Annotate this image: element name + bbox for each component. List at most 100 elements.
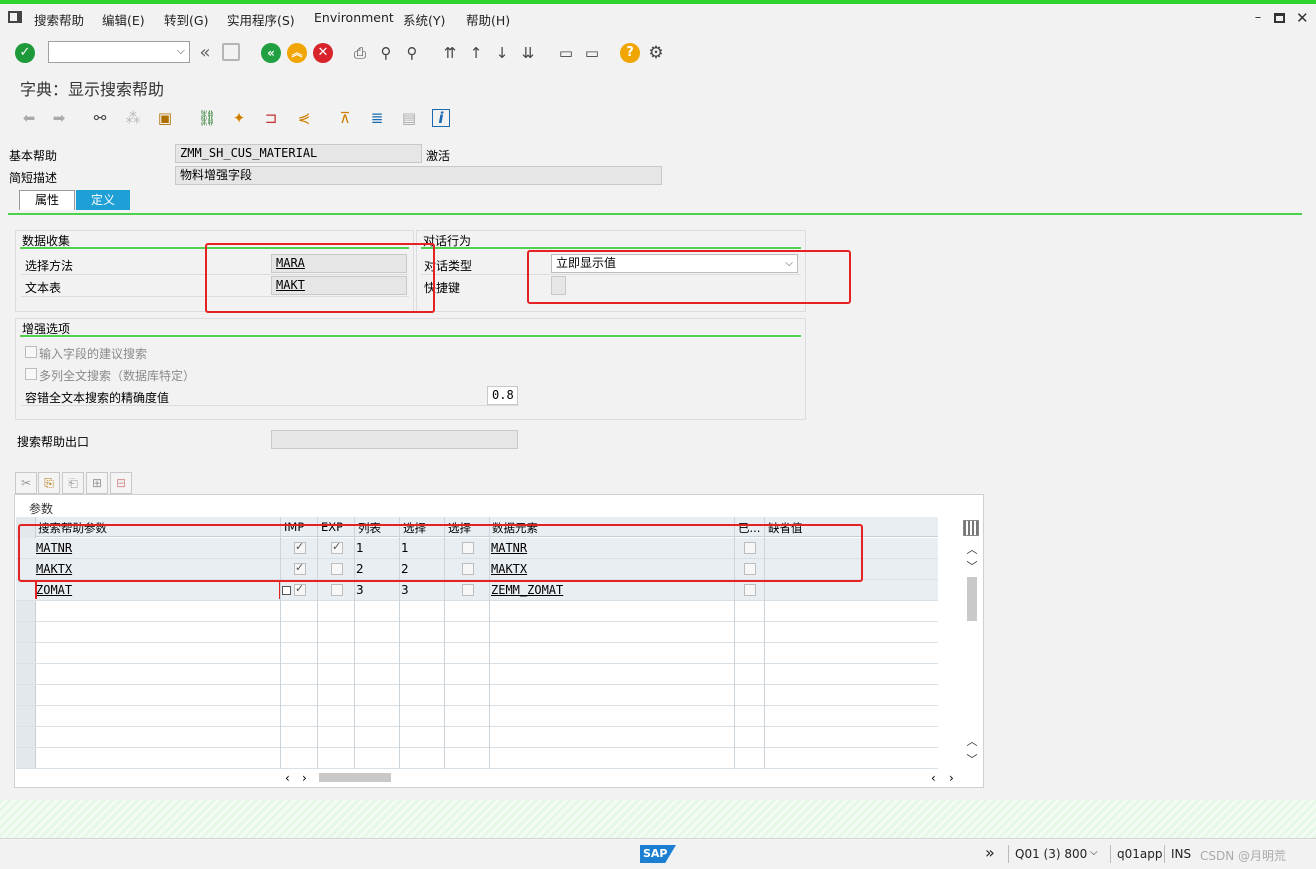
first-page-icon[interactable]: ⇈ bbox=[440, 43, 460, 63]
find-next-icon[interactable]: ⚲ bbox=[402, 43, 422, 63]
menu-help[interactable]: 帮助(H) bbox=[466, 10, 510, 29]
cancel-icon[interactable]: ✕ bbox=[313, 43, 333, 63]
check-icon[interactable]: ✓ bbox=[15, 43, 35, 63]
documentation-icon[interactable]: ▤ bbox=[399, 108, 419, 128]
expand-status-icon[interactable]: » bbox=[985, 843, 995, 862]
menu-search-help[interactable]: 搜索帮助 bbox=[34, 10, 84, 29]
insert-mode[interactable]: INS bbox=[1171, 847, 1191, 861]
table-row[interactable] bbox=[16, 748, 938, 769]
help-icon[interactable]: ? bbox=[620, 43, 640, 63]
hotkey-field[interactable] bbox=[551, 276, 566, 295]
multi-column-search-checkbox[interactable] bbox=[25, 368, 37, 380]
scroll-left-icon[interactable]: ‹ bbox=[285, 771, 290, 785]
modified-checkbox[interactable] bbox=[744, 563, 756, 575]
tab-definition[interactable]: 定义 bbox=[76, 190, 130, 210]
minimize-icon[interactable]: – bbox=[1252, 11, 1264, 24]
modified-checkbox[interactable] bbox=[744, 584, 756, 596]
menu-system[interactable]: 系统(Y) bbox=[403, 10, 445, 29]
exit-icon[interactable]: ︽ bbox=[287, 43, 307, 63]
col-header-exp[interactable]: EXP bbox=[321, 520, 343, 534]
arrow-right-icon[interactable]: ➡ bbox=[49, 108, 69, 128]
last-page-icon[interactable]: ⇊ bbox=[518, 43, 538, 63]
table-row[interactable] bbox=[16, 643, 938, 664]
next-page-icon[interactable]: ↓ bbox=[492, 43, 512, 63]
modified-checkbox[interactable] bbox=[744, 542, 756, 554]
test-icon[interactable]: ✦ bbox=[229, 108, 249, 128]
arrow-left-icon[interactable]: ⬅ bbox=[19, 108, 39, 128]
imp-checkbox[interactable] bbox=[294, 582, 306, 596]
sel-dis-checkbox[interactable] bbox=[462, 542, 474, 554]
hierarchy-icon[interactable]: ⊼ bbox=[335, 108, 355, 128]
search-help-exit-field[interactable] bbox=[271, 430, 518, 449]
exp-checkbox[interactable] bbox=[331, 563, 343, 575]
tab-attributes[interactable]: 属性 bbox=[19, 190, 75, 210]
settings-icon[interactable]: ⚙ bbox=[646, 43, 666, 63]
display-change-icon[interactable]: ⚯ bbox=[90, 108, 110, 128]
col-header-default[interactable]: 缺省值 bbox=[768, 520, 803, 536]
activate-icon[interactable]: ⛓ bbox=[197, 108, 217, 128]
dialog-type-dropdown[interactable]: 立即显示值 ⌵ bbox=[551, 254, 798, 273]
scroll-page-down-icon[interactable]: ﹀ bbox=[965, 751, 979, 767]
table-row[interactable]: MAKTX 2 2 MAKTX bbox=[16, 559, 938, 580]
find-icon[interactable]: ⚲ bbox=[376, 43, 396, 63]
scroll-down-icon[interactable]: ﹀ bbox=[965, 558, 979, 574]
chevron-down-icon[interactable]: ⌵ bbox=[785, 255, 793, 272]
text-table-field[interactable]: MAKT bbox=[271, 276, 407, 295]
scroll-right-icon[interactable]: › bbox=[949, 771, 954, 785]
table-row[interactable]: MATNR 1 1 MATNR bbox=[16, 538, 938, 559]
info-icon[interactable]: i bbox=[432, 109, 450, 127]
accuracy-field[interactable]: 0.8 bbox=[487, 386, 518, 405]
table-row[interactable] bbox=[16, 664, 938, 685]
scroll-left-icon[interactable]: ‹ bbox=[931, 771, 936, 785]
sel-dis-checkbox[interactable] bbox=[462, 584, 474, 596]
menu-environment[interactable]: Environment bbox=[314, 10, 394, 25]
col-header-list-pos[interactable]: 列表 bbox=[358, 520, 381, 536]
table-row[interactable]: ZOMAT 3 3 ZEMM_ZOMAT bbox=[16, 580, 938, 601]
navigate-icon[interactable]: ⋞ bbox=[294, 108, 314, 128]
table-row[interactable] bbox=[16, 685, 938, 706]
where-used-icon[interactable]: ⊐ bbox=[261, 108, 281, 128]
prev-page-icon[interactable]: ↑ bbox=[466, 43, 486, 63]
col-header-sel-dis[interactable]: 选择 bbox=[448, 520, 471, 536]
sel-dis-checkbox[interactable] bbox=[462, 563, 474, 575]
col-header-param[interactable]: 搜索帮助参数 bbox=[38, 520, 107, 536]
scroll-right-icon[interactable]: › bbox=[302, 771, 307, 785]
chevron-down-icon[interactable]: ⌵ bbox=[177, 44, 185, 58]
back-icon[interactable]: « bbox=[261, 43, 281, 63]
imp-checkbox[interactable] bbox=[294, 540, 306, 554]
col-header-data-element[interactable]: 数据元素 bbox=[492, 520, 538, 536]
new-session-icon[interactable]: ▭ bbox=[556, 43, 576, 63]
imp-checkbox[interactable] bbox=[294, 561, 306, 575]
menu-icon[interactable] bbox=[8, 11, 22, 23]
selection-method-field[interactable]: MARA bbox=[271, 254, 407, 273]
table-row[interactable] bbox=[16, 622, 938, 643]
check-object-icon[interactable]: ▣ bbox=[155, 108, 175, 128]
scroll-page-up-icon[interactable]: ︿ bbox=[965, 733, 979, 749]
short-desc-field[interactable]: 物料增强字段 bbox=[175, 166, 662, 185]
command-field[interactable]: ⌵ bbox=[48, 41, 190, 63]
menu-edit[interactable]: 编辑(E) bbox=[102, 10, 145, 29]
search-help-name-field[interactable]: ZMM_SH_CUS_MATERIAL bbox=[175, 144, 422, 163]
chevron-down-icon[interactable]: ⌵ bbox=[1090, 847, 1098, 858]
vertical-scrollbar-thumb[interactable] bbox=[967, 577, 977, 621]
menu-goto[interactable]: 转到(G) bbox=[164, 10, 208, 29]
close-icon[interactable]: ✕ bbox=[1296, 11, 1309, 26]
shortcut-icon[interactable]: ▭ bbox=[582, 43, 602, 63]
table-row[interactable] bbox=[16, 727, 938, 748]
other-object-icon[interactable]: ⁂ bbox=[123, 108, 143, 128]
col-header-imp[interactable]: IMP bbox=[284, 520, 304, 534]
table-row[interactable] bbox=[16, 706, 938, 727]
object-list-icon[interactable]: ≣ bbox=[367, 108, 387, 128]
value-help-icon[interactable] bbox=[282, 586, 291, 595]
exp-checkbox[interactable] bbox=[331, 540, 343, 554]
proposal-search-checkbox[interactable] bbox=[25, 346, 37, 358]
exp-checkbox[interactable] bbox=[331, 584, 343, 596]
table-settings-icon[interactable] bbox=[963, 520, 979, 536]
print-icon[interactable]: ⎙ bbox=[350, 43, 370, 63]
menu-utilities[interactable]: 实用程序(S) bbox=[227, 10, 295, 29]
horizontal-scrollbar-thumb[interactable] bbox=[319, 773, 391, 782]
maximize-icon[interactable] bbox=[1274, 13, 1285, 23]
col-header-modified[interactable]: 已... bbox=[738, 520, 764, 536]
col-header-sel-pos[interactable]: 选择 bbox=[403, 520, 426, 536]
collapse-icon[interactable]: « bbox=[195, 43, 215, 63]
